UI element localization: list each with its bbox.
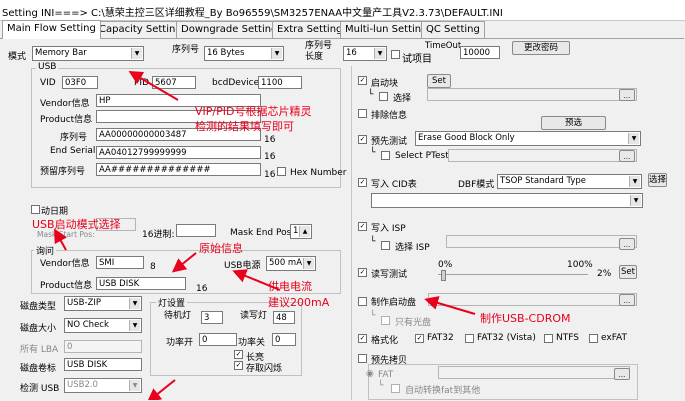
annotation-power-2: 建议200mA [268, 296, 330, 309]
annotation-arrows [54, 70, 476, 400]
tab-main-flow[interactable]: Main Flow Setting [2, 20, 101, 39]
annotation-power: 供电电流 [268, 280, 312, 293]
annotation-cdrom: 制作USB-CDROM [480, 312, 571, 325]
annotation-vid-pid: VIP/PID号根据芯片精灵 [195, 105, 312, 118]
annotation-original-info: 原始信息 [199, 242, 243, 255]
annotation-usb-boot: USB启动模式选择 [32, 218, 121, 231]
annotation-vid-pid-2: 检测的结果填写即可 [195, 120, 294, 133]
